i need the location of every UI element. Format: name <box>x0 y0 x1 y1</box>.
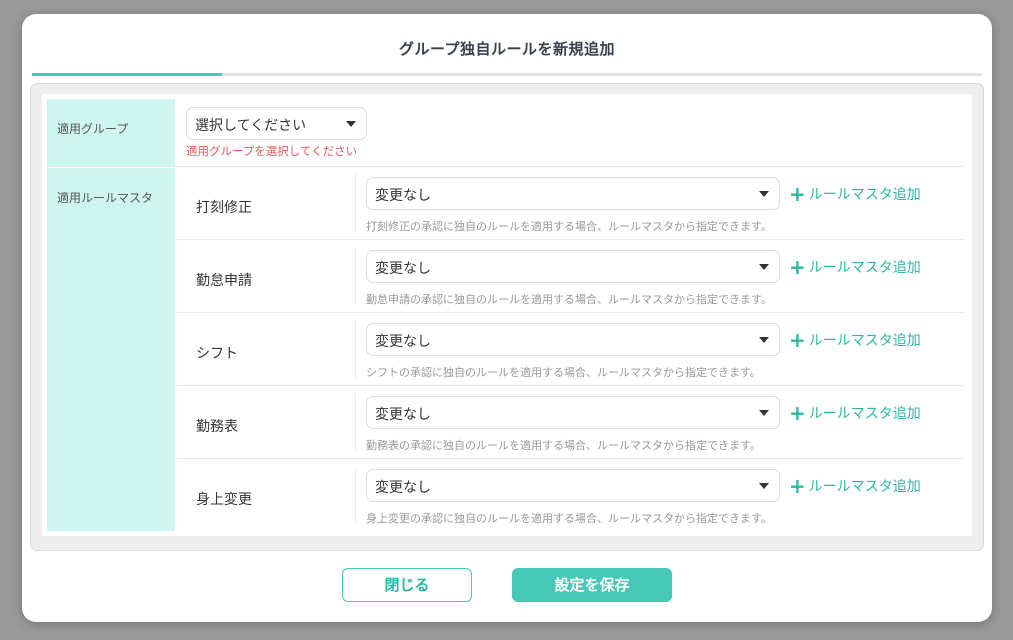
tab-bar <box>32 73 982 76</box>
plus-icon: + <box>789 401 806 425</box>
rule-select-value: 変更なし <box>375 407 431 423</box>
add-rule-master-button[interactable]: + ルールマスタ追加 <box>789 401 921 425</box>
row-divider <box>177 239 964 240</box>
add-rule-master-label: ルールマスタ追加 <box>808 333 921 349</box>
rules-label-cell: 適用ルールマスタ <box>47 168 175 531</box>
rule-hint: 勤務表の承認に独自のルールを適用する場合、ルールマスタから指定できます。 <box>366 439 761 452</box>
rule-select-value: 変更なし <box>375 480 431 496</box>
chevron-down-icon <box>759 264 769 270</box>
add-rule-master-label: ルールマスタ追加 <box>808 187 921 203</box>
rule-select[interactable]: 変更なし <box>366 469 780 502</box>
rule-hint: シフトの承認に独自のルールを適用する場合、ルールマスタから指定できます。 <box>366 366 761 379</box>
row-divider <box>177 312 964 313</box>
add-rule-master-label: ルールマスタ追加 <box>808 260 921 276</box>
column-divider <box>355 320 356 378</box>
rule-select-value: 変更なし <box>375 261 431 277</box>
row-divider <box>177 458 964 459</box>
rule-select[interactable]: 変更なし <box>366 323 780 356</box>
rule-name: 身上変更 <box>196 492 252 508</box>
tab-active-indicator <box>32 73 222 76</box>
group-label: 適用グループ <box>57 122 129 136</box>
rules-section-label: 適用ルールマスタ <box>57 191 154 205</box>
group-select-value: 選択してください <box>195 118 307 134</box>
group-label-cell: 適用グループ <box>47 99 175 166</box>
rule-select[interactable]: 変更なし <box>366 177 780 210</box>
rule-select-value: 変更なし <box>375 188 431 204</box>
form-panel: 適用グループ 選択してください 適用グループを選択してください 適用ルールマスタ… <box>30 83 984 551</box>
row-divider <box>177 385 964 386</box>
rule-name: シフト <box>196 346 238 362</box>
add-rule-master-button[interactable]: + ルールマスタ追加 <box>789 182 921 206</box>
row-divider <box>47 166 964 167</box>
rule-select-value: 変更なし <box>375 334 431 350</box>
plus-icon: + <box>789 474 806 498</box>
form-table: 適用グループ 選択してください 適用グループを選択してください 適用ルールマスタ… <box>42 94 972 536</box>
rule-select[interactable]: 変更なし <box>366 250 780 283</box>
chevron-down-icon <box>759 410 769 416</box>
rule-name: 勤怠申請 <box>196 273 252 289</box>
plus-icon: + <box>789 328 806 352</box>
add-rule-master-label: ルールマスタ追加 <box>808 479 921 495</box>
rule-dialog: グループ独自ルールを新規追加 適用グループ 選択してください 適用グループを選択… <box>22 14 992 622</box>
column-divider <box>355 247 356 305</box>
rule-hint: 勤怠申請の承認に独自のルールを適用する場合、ルールマスタから指定できます。 <box>366 293 772 306</box>
chevron-down-icon <box>759 191 769 197</box>
column-divider <box>355 393 356 451</box>
plus-icon: + <box>789 182 806 206</box>
group-error-message: 適用グループを選択してください <box>186 144 358 158</box>
plus-icon: + <box>789 255 806 279</box>
rule-hint: 身上変更の承認に独自のルールを適用する場合、ルールマスタから指定できます。 <box>366 512 772 525</box>
dialog-title: グループ独自ルールを新規追加 <box>398 40 616 58</box>
chevron-down-icon <box>346 121 356 127</box>
group-select[interactable]: 選択してください <box>186 107 367 140</box>
add-rule-master-button[interactable]: + ルールマスタ追加 <box>789 255 921 279</box>
rule-name: 打刻修正 <box>196 200 252 216</box>
chevron-down-icon <box>759 337 769 343</box>
save-button[interactable]: 設定を保存 <box>512 568 672 602</box>
close-button[interactable]: 閉じる <box>342 568 472 602</box>
column-divider <box>355 174 356 232</box>
rule-select[interactable]: 変更なし <box>366 396 780 429</box>
add-rule-master-label: ルールマスタ追加 <box>808 406 921 422</box>
add-rule-master-button[interactable]: + ルールマスタ追加 <box>789 474 921 498</box>
add-rule-master-button[interactable]: + ルールマスタ追加 <box>789 328 921 352</box>
rule-name: 勤務表 <box>196 419 238 435</box>
rule-hint: 打刻修正の承認に独自のルールを適用する場合、ルールマスタから指定できます。 <box>366 220 772 233</box>
column-divider <box>355 466 356 524</box>
chevron-down-icon <box>759 483 769 489</box>
